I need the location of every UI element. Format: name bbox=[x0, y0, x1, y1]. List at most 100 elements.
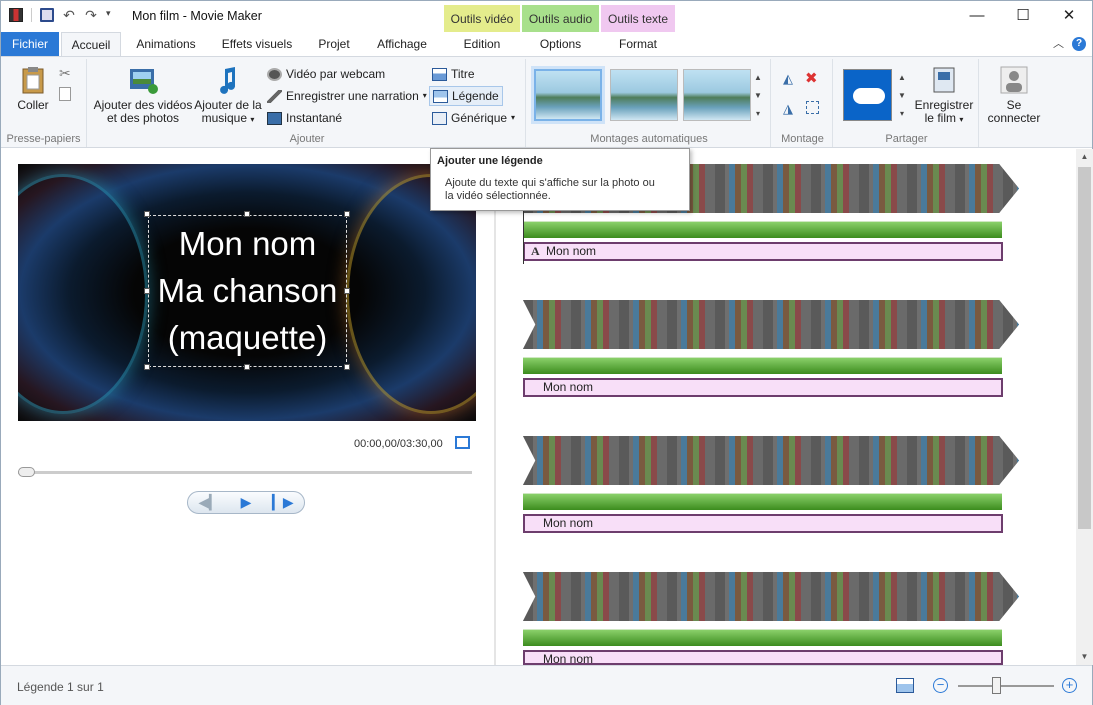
caption-track-2[interactable]: Mon nom bbox=[523, 378, 1003, 397]
help-icon[interactable]: ? bbox=[1072, 37, 1086, 51]
automovie-theme-1[interactable] bbox=[531, 66, 605, 124]
redo-icon[interactable]: ↷ bbox=[84, 8, 98, 22]
tab-home[interactable]: Accueil bbox=[61, 32, 121, 56]
audio-track-2[interactable] bbox=[523, 357, 1002, 374]
clip-thumbnails bbox=[523, 436, 1019, 485]
main-content: Mon nom Ma chanson (maquette) 00:00,00/0… bbox=[1, 149, 1093, 666]
storyboard-clip-3[interactable] bbox=[523, 436, 1019, 485]
previous-frame-icon[interactable]: ◀▎ bbox=[198, 494, 220, 511]
ribbon: Coller ✂ Presse-papiers Ajouter des vidé… bbox=[1, 56, 1092, 148]
storyboard-scrollbar[interactable]: ▲ ▼ bbox=[1076, 149, 1093, 665]
zoom-slider-thumb[interactable] bbox=[992, 677, 1002, 694]
caption-track-label-1: Mon nom bbox=[546, 244, 597, 258]
audio-track-3[interactable] bbox=[523, 493, 1002, 510]
paste-button[interactable]: Coller bbox=[11, 61, 55, 112]
sign-in-button[interactable]: Se connecter bbox=[983, 61, 1045, 125]
webcam-video-button[interactable]: Vidéo par webcam bbox=[267, 64, 385, 84]
next-frame-icon[interactable]: ▎▶ bbox=[272, 494, 294, 511]
resize-handle-s[interactable] bbox=[244, 364, 250, 370]
snapshot-label: Instantané bbox=[286, 111, 343, 125]
qat-customize-icon[interactable]: ▾ bbox=[106, 8, 116, 22]
automovie-theme-3[interactable] bbox=[683, 69, 751, 121]
thumbnail-size-icon[interactable] bbox=[896, 678, 914, 693]
caption-button[interactable]: Légende bbox=[429, 86, 503, 106]
ribbon-tabs: Fichier Accueil Animations Effets visuel… bbox=[1, 32, 1092, 56]
seek-thumb[interactable] bbox=[18, 467, 35, 477]
tab-view[interactable]: Affichage bbox=[368, 32, 436, 56]
movie-maker-app-icon[interactable] bbox=[9, 8, 23, 22]
title-button[interactable]: Titre bbox=[432, 64, 475, 84]
zoom-slider[interactable] bbox=[958, 685, 1054, 687]
caption-text-box[interactable]: Mon nom Ma chanson (maquette) bbox=[148, 215, 347, 367]
caption-icon bbox=[433, 89, 448, 103]
close-button[interactable]: ✕ bbox=[1046, 1, 1092, 32]
save-icon[interactable] bbox=[40, 8, 54, 22]
resize-handle-n[interactable] bbox=[244, 211, 250, 217]
tab-options[interactable]: Options bbox=[522, 32, 599, 56]
credits-button[interactable]: Générique ▾ bbox=[432, 108, 515, 128]
video-preview[interactable]: Mon nom Ma chanson (maquette) bbox=[18, 164, 476, 421]
sign-in-label-2: connecter bbox=[987, 111, 1041, 125]
webcam-icon bbox=[267, 67, 282, 81]
cloud-icon bbox=[853, 88, 885, 104]
tooltip-title: Ajouter une légende bbox=[437, 155, 543, 167]
storyboard-clip-4[interactable] bbox=[523, 572, 1019, 621]
group-add: Ajouter des vidéos et des photos Ajouter… bbox=[89, 59, 526, 147]
rotate-left-icon[interactable]: ◭ bbox=[783, 71, 793, 87]
credits-dropdown-icon: ▾ bbox=[511, 113, 516, 122]
caption-track-1[interactable]: A Mon nom bbox=[523, 242, 1003, 261]
snapshot-icon bbox=[267, 111, 282, 125]
scroll-up-icon[interactable]: ▲ bbox=[1076, 149, 1093, 165]
group-label-add: Ajouter bbox=[289, 133, 325, 145]
remove-icon[interactable]: ✖ bbox=[805, 69, 818, 87]
snapshot-button[interactable]: Instantané bbox=[267, 108, 342, 128]
resize-handle-ne[interactable] bbox=[344, 211, 350, 217]
theme-gallery-scroll[interactable]: ▲ ▼ ▾ bbox=[752, 69, 764, 123]
record-narration-button[interactable]: Enregistrer une narration ▾ bbox=[267, 86, 427, 106]
automovie-theme-2[interactable] bbox=[610, 69, 678, 121]
title-bar: ↶ ↷ ▾ Mon film - Movie Maker Outils vidé… bbox=[1, 1, 1092, 32]
select-all-icon[interactable] bbox=[806, 101, 819, 114]
resize-handle-nw[interactable] bbox=[144, 211, 150, 217]
audio-track-1[interactable] bbox=[523, 221, 1002, 238]
scroll-down-icon[interactable]: ▼ bbox=[1076, 649, 1093, 665]
scroll-thumb[interactable] bbox=[1078, 167, 1091, 529]
tab-visual-effects[interactable]: Effets visuels bbox=[215, 32, 299, 56]
tab-file[interactable]: Fichier bbox=[1, 32, 59, 56]
tab-format[interactable]: Format bbox=[601, 32, 675, 56]
storyboard-clip-2[interactable] bbox=[523, 300, 1019, 349]
tab-edit[interactable]: Edition bbox=[444, 32, 520, 56]
resize-handle-e[interactable] bbox=[344, 288, 350, 294]
add-videos-icon bbox=[130, 69, 158, 94]
audio-track-4[interactable] bbox=[523, 629, 1002, 646]
add-videos-photos-button[interactable]: Ajouter des vidéos et des photos bbox=[93, 61, 193, 125]
collapse-ribbon-icon[interactable]: ︿ bbox=[1053, 35, 1064, 51]
pane-splitter[interactable] bbox=[494, 149, 496, 665]
tab-project[interactable]: Projet bbox=[307, 32, 361, 56]
resize-handle-sw[interactable] bbox=[144, 364, 150, 370]
caption-track-4[interactable]: Mon nom bbox=[523, 650, 1003, 666]
cut-icon[interactable]: ✂ bbox=[59, 65, 71, 82]
share-gallery-scroll[interactable]: ▲ ▼ ▾ bbox=[898, 69, 906, 123]
rotate-right-icon[interactable]: ◮ bbox=[783, 101, 793, 117]
zoom-out-icon[interactable]: − bbox=[933, 678, 948, 693]
tab-animations[interactable]: Animations bbox=[129, 32, 203, 56]
add-music-button[interactable]: Ajouter de la musique ▾ bbox=[193, 61, 263, 126]
zoom-in-icon[interactable]: + bbox=[1062, 678, 1077, 693]
resize-handle-se[interactable] bbox=[344, 364, 350, 370]
seek-bar[interactable] bbox=[18, 471, 472, 474]
save-movie-button[interactable]: Enregistrer le film ▾ bbox=[911, 61, 977, 126]
copy-icon[interactable] bbox=[59, 87, 71, 101]
quick-access-toolbar: ↶ ↷ ▾ bbox=[9, 8, 116, 22]
minimize-button[interactable]: — bbox=[954, 1, 1000, 32]
undo-icon[interactable]: ↶ bbox=[62, 8, 76, 22]
tooltip-body: Ajoute du texte qui s'affiche sur la pho… bbox=[445, 177, 683, 203]
resize-handle-w[interactable] bbox=[144, 288, 150, 294]
tooltip-body-line-2: la vidéo sélectionnée. bbox=[445, 190, 551, 202]
fullscreen-icon[interactable] bbox=[455, 436, 470, 449]
title-label: Titre bbox=[451, 67, 475, 81]
maximize-button[interactable]: ☐ bbox=[1000, 1, 1046, 32]
caption-track-3[interactable]: Mon nom bbox=[523, 514, 1003, 533]
onedrive-share-button[interactable] bbox=[843, 69, 892, 121]
play-icon[interactable]: ▶ bbox=[241, 494, 252, 511]
